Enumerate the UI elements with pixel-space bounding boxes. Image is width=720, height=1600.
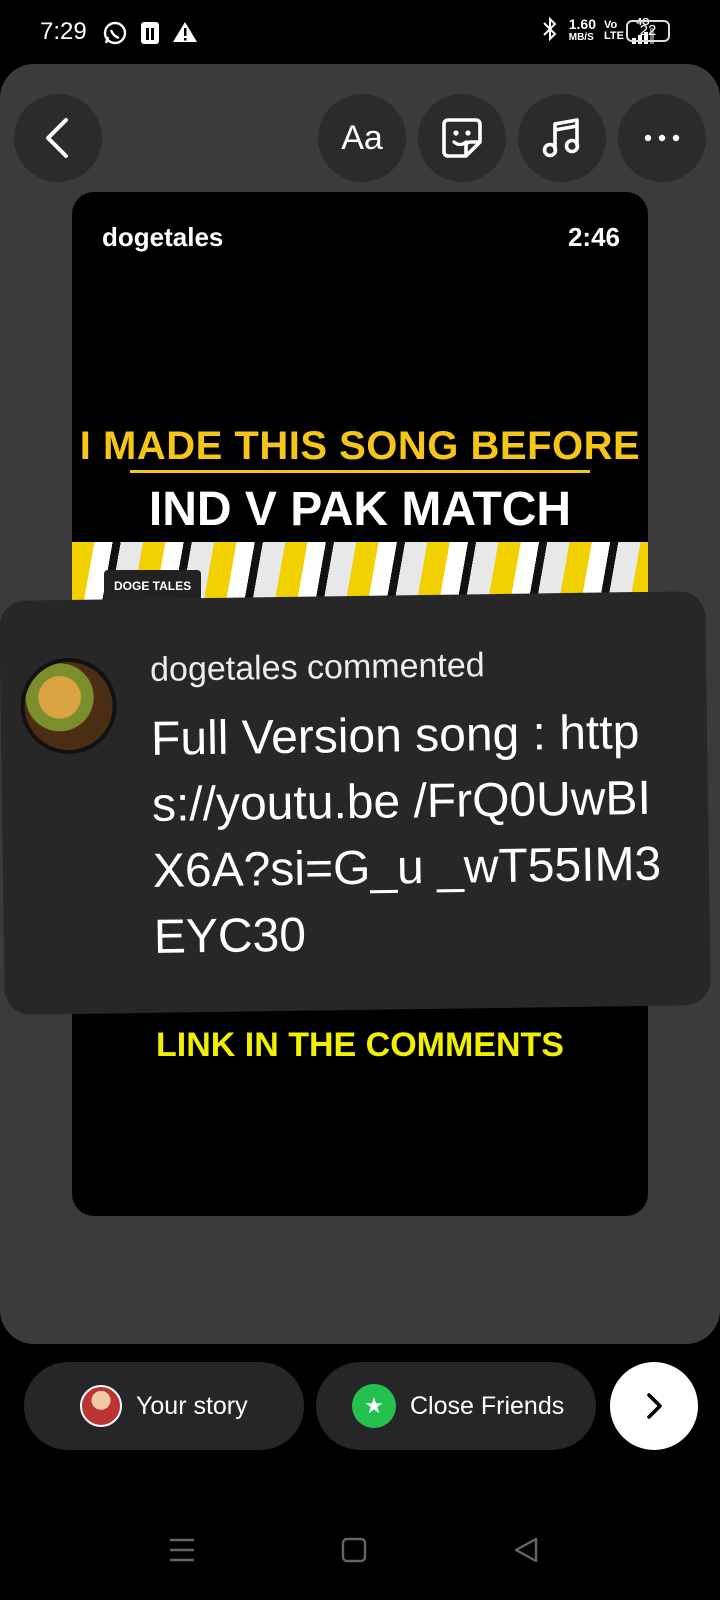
close-friends-label: Close Friends	[410, 1391, 565, 1420]
share-options: Your story ★ Close Friends	[0, 1362, 720, 1450]
sticker-icon	[442, 118, 482, 158]
network-speed: 1.60 MB/S	[568, 15, 596, 43]
comment-header: dogetales commented	[149, 646, 485, 689]
warning-icon	[172, 20, 198, 49]
text-tool-label: Aa	[341, 118, 383, 157]
back-button[interactable]	[14, 94, 102, 182]
comment-sticker[interactable]: dogetales commented Full Version song : …	[0, 591, 711, 1015]
comment-text: Full Version song : https://youtu.be /Fr…	[150, 706, 662, 964]
your-story-button[interactable]: Your story	[24, 1362, 304, 1450]
sticker-button[interactable]	[418, 94, 506, 182]
menu-icon[interactable]	[168, 1536, 196, 1569]
status-time: 7:29	[40, 18, 87, 45]
story-duration: 2:46	[567, 222, 620, 252]
story-username: dogetales	[102, 222, 224, 252]
battery-icon: 22	[626, 20, 670, 42]
your-story-label: Your story	[136, 1391, 248, 1420]
headline-divider	[130, 470, 590, 473]
user-avatar	[80, 1385, 122, 1427]
volte-label: Vo LTE	[604, 18, 624, 42]
share-next-button[interactable]	[610, 1362, 698, 1450]
whatsapp-icon	[102, 20, 128, 51]
commenter-avatar	[19, 657, 118, 755]
video-comments-cta: LINK IN THE COMMENTS	[156, 1026, 564, 1064]
status-bar: 7:29 1.60 MB/S Vo LTE 4G 22	[0, 0, 720, 64]
bluetooth-icon	[539, 16, 561, 45]
star-icon: ★	[352, 1384, 396, 1428]
battery-level: 22	[639, 22, 657, 39]
chevron-left-icon	[46, 118, 68, 158]
music-button[interactable]	[518, 94, 606, 182]
music-note-icon	[542, 118, 580, 158]
home-icon[interactable]	[340, 1536, 368, 1569]
sim-icon	[138, 20, 162, 51]
thumbnail-badge: DOGE TALES	[104, 570, 202, 602]
video-headline-main: IND V PAK MATCH	[148, 483, 572, 536]
video-headline-top: I MADE THIS SONG BEFORE	[79, 424, 641, 468]
system-navigation-bar	[0, 1500, 720, 1600]
back-triangle-icon[interactable]	[512, 1536, 540, 1569]
more-options-button[interactable]	[618, 94, 706, 182]
more-dots-icon	[644, 134, 680, 142]
chevron-right-icon	[647, 1393, 662, 1419]
text-tool-button[interactable]: Aa	[318, 94, 406, 182]
close-friends-button[interactable]: ★ Close Friends	[316, 1362, 596, 1450]
